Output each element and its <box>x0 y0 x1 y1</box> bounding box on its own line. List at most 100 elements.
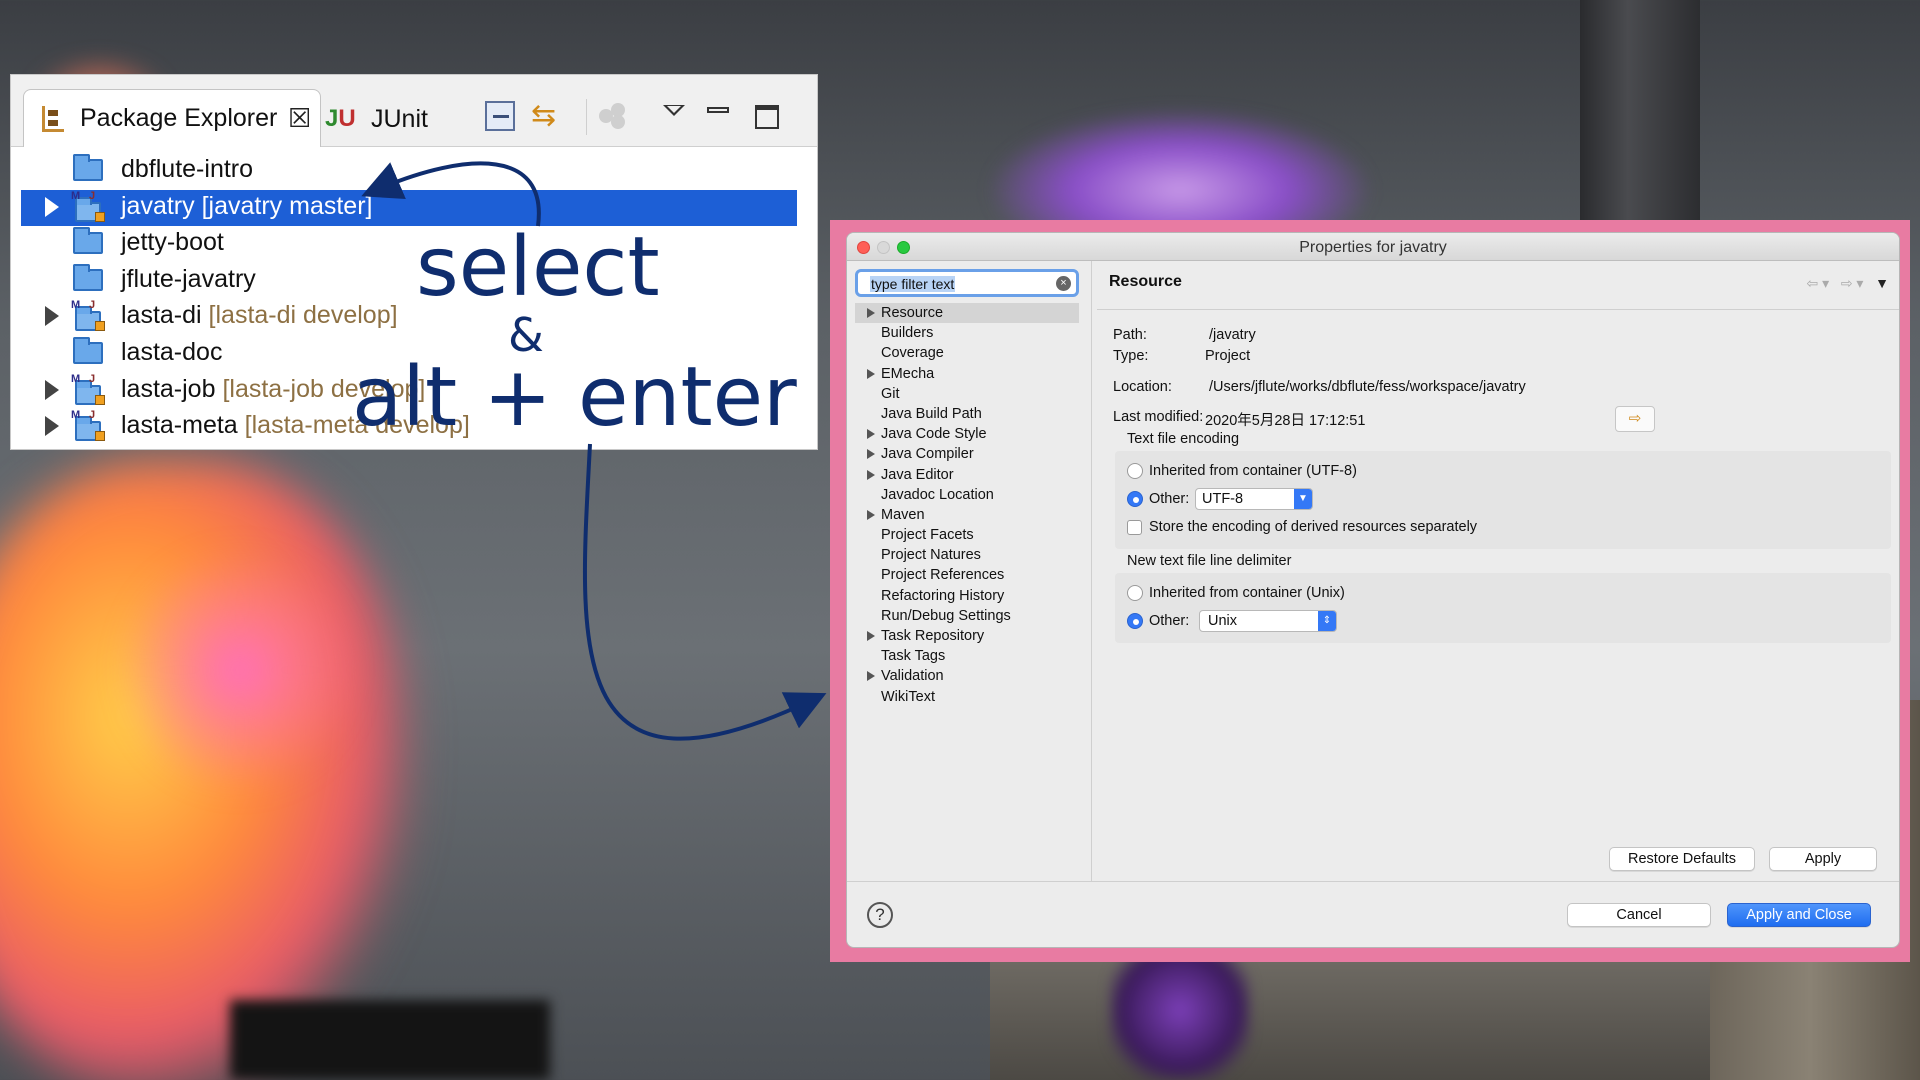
focus-task-icon[interactable] <box>599 101 633 131</box>
nav-item[interactable]: Builders <box>855 323 1079 343</box>
expand-arrow-icon[interactable] <box>45 306 59 327</box>
nav-item[interactable]: Java Code Style <box>855 424 1079 444</box>
nav-item[interactable]: Task Repository <box>855 626 1079 646</box>
nav-item-label: Java Build Path <box>881 405 982 422</box>
folder-icon <box>73 154 103 181</box>
nav-item[interactable]: Validation <box>855 666 1079 686</box>
modified-value: 2020年5月28日 17:12:51 <box>1205 413 1366 429</box>
nav-item[interactable]: Project References <box>855 565 1079 585</box>
back-icon[interactable]: ⇦ ▾ <box>1806 275 1829 291</box>
property-page-tree: Resource Builders Coverage EMecha Git Java Bu… <box>855 303 1079 707</box>
chevron-updown-icon[interactable]: ⇕ <box>1318 611 1336 631</box>
expand-arrow-icon[interactable] <box>867 429 875 440</box>
encoding-inherited-radio[interactable] <box>1127 463 1143 479</box>
git-badge-icon <box>95 431 105 442</box>
project-name: lasta-meta <box>121 411 238 440</box>
nav-item[interactable]: Project Natures <box>855 545 1079 565</box>
nav-item[interactable]: Coverage <box>855 343 1079 363</box>
filter-input[interactable]: type filter text × <box>855 269 1079 297</box>
expand-arrow-icon[interactable] <box>867 449 875 460</box>
nav-item[interactable]: Java Editor <box>855 465 1079 485</box>
store-encoding-checkbox[interactable] <box>1127 520 1142 535</box>
nav-item[interactable]: Run/Debug Settings <box>855 606 1079 626</box>
tab-package-explorer[interactable]: Package Explorer ☒ <box>23 89 321 147</box>
tab-label: Package Explorer <box>80 104 278 132</box>
expand-arrow-icon[interactable] <box>867 509 875 520</box>
nav-item-label: Java Compiler <box>881 446 974 463</box>
encoding-group: Inherited from container (UTF-8) Other: … <box>1115 451 1891 549</box>
history-nav: ⇦ ▾ ⇨ ▾ ▼ <box>1806 275 1889 292</box>
cancel-button[interactable]: Cancel <box>1567 903 1711 927</box>
delimiter-select[interactable]: Unix ⇕ <box>1199 610 1337 632</box>
delimiter-other-radio[interactable] <box>1127 613 1143 629</box>
nav-item[interactable]: Resource <box>855 303 1079 324</box>
encoding-other-radio[interactable] <box>1127 491 1143 507</box>
tab-junit[interactable]: JUnit <box>371 105 428 134</box>
tree-item-label: javatry [javatry master] <box>121 192 372 221</box>
nav-item-label: Git <box>881 385 900 402</box>
maven-project-icon: MJ <box>71 190 105 224</box>
apply-button[interactable]: Apply <box>1769 847 1877 871</box>
nav-item-label: Java Code Style <box>881 426 987 443</box>
nav-item[interactable]: Java Compiler <box>855 444 1079 464</box>
background-floor <box>990 960 1710 1080</box>
tree-item[interactable]: M J lasta-di [lasta-di develop] <box>21 299 797 335</box>
forward-icon[interactable]: ⇨ ▾ <box>1841 275 1864 291</box>
store-encoding-label: Store the encoding of derived resources … <box>1149 519 1478 535</box>
background-dark-base <box>230 1000 550 1080</box>
nav-item[interactable]: Maven <box>855 505 1079 525</box>
junit-icon: JU <box>325 105 356 133</box>
background-flame <box>0 460 410 1080</box>
nav-item[interactable]: WikiText <box>855 687 1079 707</box>
nav-item-label: Project References <box>881 567 1005 584</box>
expand-arrow-icon[interactable] <box>867 631 875 641</box>
view-menu-icon[interactable] <box>663 105 685 116</box>
footer-divider <box>847 881 1899 882</box>
project-name: jflute-javatry <box>121 264 256 293</box>
encoding-select-value: UTF-8 <box>1202 491 1244 507</box>
encoding-select[interactable]: UTF-8 ▼ <box>1195 488 1313 510</box>
show-in-finder-button[interactable]: ⇨ <box>1615 406 1655 432</box>
nav-item[interactable]: Javadoc Location <box>855 485 1079 505</box>
modified-label: Last modified: <box>1113 409 1204 425</box>
expand-arrow-icon[interactable] <box>45 379 59 400</box>
nav-item[interactable]: Refactoring History <box>855 586 1079 606</box>
tree-item[interactable]: dbflute-intro <box>21 153 797 189</box>
tree-item-label: jflute-javatry <box>121 265 256 294</box>
expand-arrow-icon[interactable] <box>867 368 875 379</box>
expand-arrow-icon[interactable] <box>867 469 875 480</box>
junit-icon-u: U <box>338 105 356 132</box>
apply-and-close-button[interactable]: Apply and Close <box>1727 903 1871 927</box>
nav-item[interactable]: EMecha <box>855 364 1079 384</box>
nav-item-label: Maven <box>881 506 925 523</box>
tree-item[interactable]: jetty-boot <box>21 226 797 262</box>
expand-arrow-icon[interactable] <box>867 671 875 682</box>
maximize-icon[interactable] <box>755 105 779 129</box>
expand-arrow-icon[interactable] <box>867 308 875 318</box>
expand-arrow-icon[interactable] <box>45 196 59 217</box>
tree-item[interactable]: jflute-javatry <box>21 263 797 299</box>
minimize-icon[interactable] <box>707 107 729 113</box>
nav-item[interactable]: Git <box>855 384 1079 404</box>
properties-dialog: Properties for javatry type filter text … <box>846 232 1900 948</box>
annotation-shortcut: alt + enter <box>352 350 797 445</box>
page-menu-icon[interactable]: ▼ <box>1875 275 1889 291</box>
toolbar-separator <box>586 99 587 135</box>
chevron-down-icon[interactable]: ▼ <box>1294 489 1312 509</box>
nav-item[interactable]: Task Tags <box>855 646 1079 666</box>
encoding-other-label: Other: <box>1149 491 1190 507</box>
link-with-editor-icon[interactable]: ⇆ <box>531 101 561 131</box>
close-icon[interactable]: ☒ <box>288 104 311 132</box>
nav-item[interactable]: Java Build Path <box>855 404 1079 424</box>
clear-icon[interactable]: × <box>1056 276 1071 291</box>
encoding-group-label: Text file encoding <box>1127 431 1240 447</box>
project-name: jetty-boot <box>121 228 224 257</box>
restore-defaults-button[interactable]: Restore Defaults <box>1609 847 1755 871</box>
delimiter-inherited-radio[interactable] <box>1127 585 1143 601</box>
delimiter-group-label: New text file line delimiter <box>1127 553 1292 569</box>
nav-item[interactable]: Project Facets <box>855 525 1079 545</box>
expand-arrow-icon[interactable] <box>45 416 59 437</box>
help-icon[interactable]: ? <box>867 902 893 928</box>
tree-item[interactable]: M J javatry [javatry master] <box>21 189 797 226</box>
collapse-all-icon[interactable] <box>485 101 515 131</box>
